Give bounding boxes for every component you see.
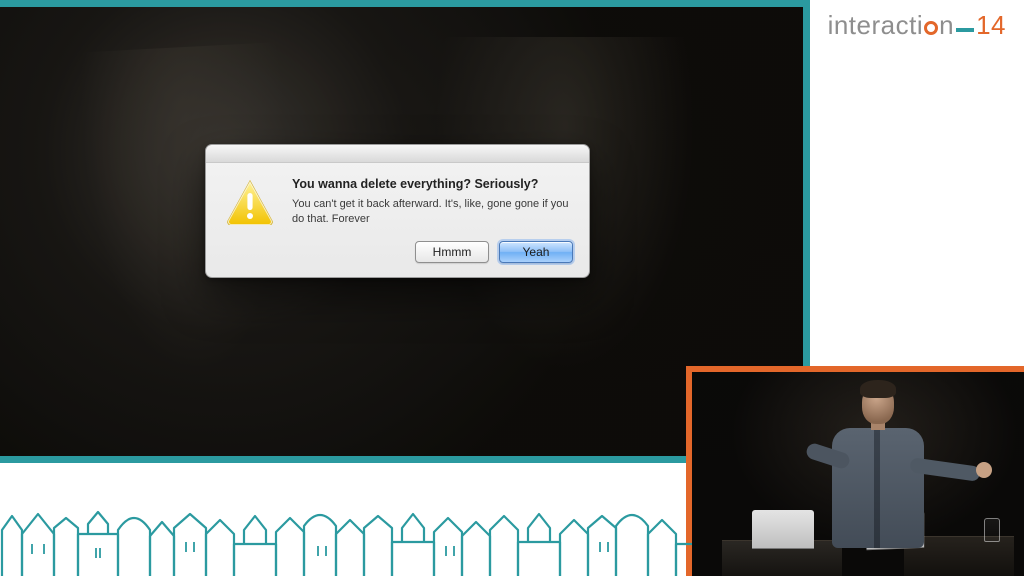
logo-underscore-icon <box>956 28 974 32</box>
cancel-button[interactable]: Hmmm <box>415 241 489 263</box>
dialog-body: You wanna delete everything? Seriously? … <box>206 163 589 237</box>
dialog-title: You wanna delete everything? Seriously? <box>292 177 571 191</box>
speaker-video <box>686 366 1024 576</box>
logo-text-prefix: interacti <box>828 10 924 40</box>
skyline-decoration <box>0 494 692 576</box>
conference-logo: interacti n 14 <box>828 10 1006 41</box>
water-glass-icon <box>984 518 1000 542</box>
speaker-figure <box>824 376 934 576</box>
dialog-message: You can't get it back afterward. It's, l… <box>292 197 571 227</box>
laptop-icon <box>752 510 814 548</box>
dialog-button-row: Hmmm Yeah <box>206 237 589 277</box>
logo-text-suffix: n <box>939 10 954 40</box>
logo-o-icon <box>924 21 938 35</box>
warning-icon <box>222 177 278 227</box>
alert-dialog: You wanna delete everything? Seriously? … <box>205 144 590 278</box>
dialog-titlebar[interactable] <box>206 145 589 163</box>
confirm-button[interactable]: Yeah <box>499 241 573 263</box>
logo-year: 14 <box>976 10 1006 41</box>
